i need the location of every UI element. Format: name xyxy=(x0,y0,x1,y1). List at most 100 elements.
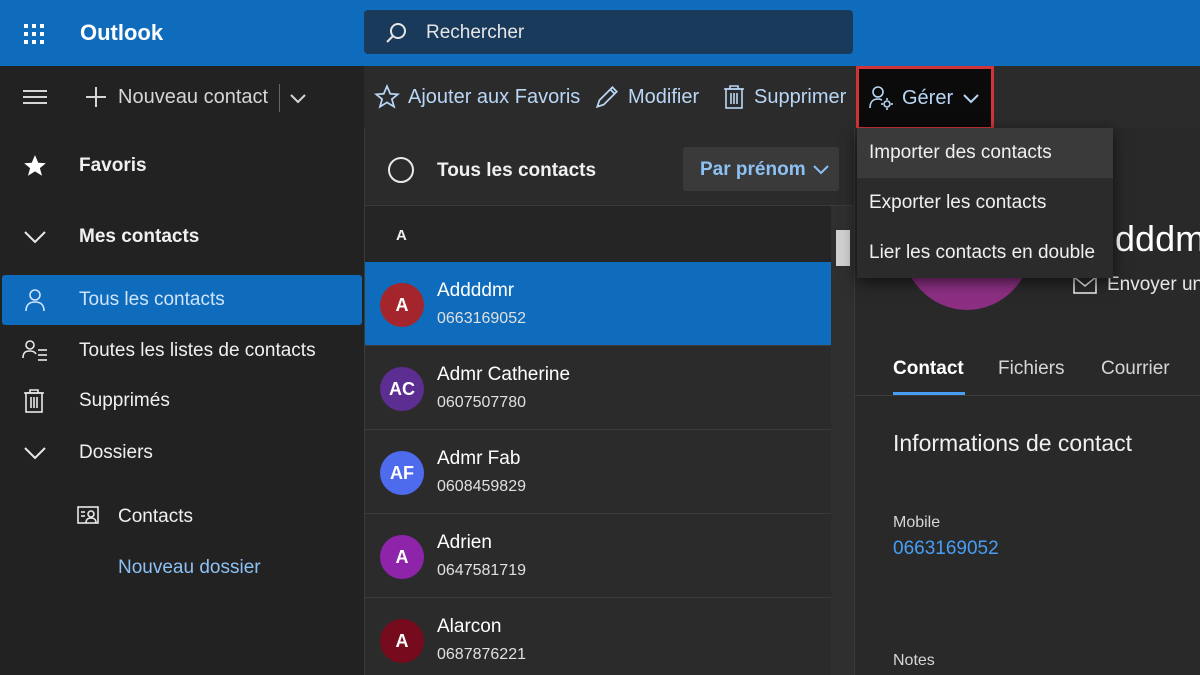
detail-tabs: Contact Fichiers Courrier xyxy=(855,350,1200,396)
contact-row-name: Alarcon xyxy=(437,616,502,637)
nav-deleted[interactable]: Supprimés xyxy=(0,376,364,426)
contact-row[interactable]: AC Admr Catherine 0607507780 xyxy=(365,346,831,430)
nav-favorites-label: Favoris xyxy=(79,155,147,176)
pencil-icon xyxy=(595,86,618,109)
command-bar: Nouveau contact Ajouter aux Favoris Modi… xyxy=(0,66,1200,128)
contact-row[interactable]: AF Admr Fab 0608459829 xyxy=(365,430,831,514)
command-bar-left: Nouveau contact xyxy=(0,66,364,128)
manage-label: Gérer xyxy=(902,86,954,109)
avatar: A xyxy=(380,535,424,579)
nav-contacts-folder-label: Contacts xyxy=(118,506,193,527)
star-icon xyxy=(22,153,48,179)
nav-my-contacts[interactable]: Mes contacts xyxy=(0,212,364,262)
list-header: Tous les contacts Par prénom xyxy=(365,128,855,206)
manage-button-content: Gérer xyxy=(868,83,981,113)
menu-item-import-contacts[interactable]: Importer des contacts xyxy=(857,128,1113,178)
star-outline-icon xyxy=(374,84,400,109)
avatar: A xyxy=(380,619,424,663)
avatar: AF xyxy=(380,451,424,495)
contact-row-phone: 0663169052 xyxy=(437,310,526,327)
letter-group-header: A xyxy=(365,206,831,262)
list-title: Tous les contacts xyxy=(437,160,597,181)
new-contact-label: Nouveau contact xyxy=(118,85,269,108)
left-nav: Favoris Mes contacts Tous les contacts T… xyxy=(0,128,364,675)
nav-my-contacts-label: Mes contacts xyxy=(79,226,200,247)
delete-button[interactable]: Supprimer xyxy=(722,82,846,112)
sort-dropdown[interactable]: Par prénom xyxy=(683,147,839,191)
chevron-down-icon xyxy=(963,94,979,104)
manage-button[interactable]: Gérer xyxy=(856,66,994,130)
letter-label: A xyxy=(396,227,407,244)
search-icon xyxy=(384,21,408,45)
sort-label: Par prénom xyxy=(700,159,806,180)
chevron-down-icon[interactable] xyxy=(288,88,308,108)
contact-card-icon xyxy=(76,504,102,533)
search-box[interactable]: Rechercher xyxy=(364,10,853,54)
search-placeholder: Rechercher xyxy=(426,22,525,43)
plus-icon xyxy=(86,87,106,107)
nav-folders[interactable]: Dossiers xyxy=(0,428,364,478)
nav-all-contacts-label: Tous les contacts xyxy=(79,289,225,310)
notes-label: Notes xyxy=(893,652,935,669)
nav-deleted-label: Supprimés xyxy=(79,390,170,411)
person-settings-icon xyxy=(869,86,893,110)
tab-files[interactable]: Fichiers xyxy=(998,358,1065,380)
contact-row[interactable]: A Alarcon 0687876221 xyxy=(365,598,831,675)
contact-row-name: Adrien xyxy=(437,532,492,553)
avatar: AC xyxy=(380,367,424,411)
waffle-icon[interactable] xyxy=(22,22,46,46)
contact-row-name: Addddmr xyxy=(437,280,515,301)
mobile-value[interactable]: 0663169052 xyxy=(893,538,999,560)
hamburger-menu-icon[interactable] xyxy=(22,86,48,108)
person-icon xyxy=(22,287,48,313)
edit-button[interactable]: Modifier xyxy=(594,82,699,112)
split-separator xyxy=(279,84,280,112)
top-bar: Outlook Rechercher xyxy=(0,0,1200,66)
contact-row-name: Admr Fab xyxy=(437,448,521,469)
manage-dropdown-menu: Importer des contacts Exporter les conta… xyxy=(857,128,1113,278)
nav-folders-label: Dossiers xyxy=(79,442,153,463)
new-folder-link[interactable]: Nouveau dossier xyxy=(118,551,338,591)
menu-item-label: Exporter les contacts xyxy=(869,192,1047,213)
mobile-label: Mobile xyxy=(893,514,941,531)
chevron-down-icon xyxy=(22,440,48,466)
scrollbar-thumb[interactable] xyxy=(836,230,850,266)
contact-row-phone: 0607507780 xyxy=(437,394,526,411)
menu-item-link-duplicates[interactable]: Lier les contacts en double xyxy=(857,228,1113,278)
mail-icon xyxy=(1073,276,1097,294)
select-all-checkbox[interactable] xyxy=(388,157,414,183)
delete-label: Supprimer xyxy=(754,85,847,108)
nav-all-lists-label: Toutes les listes de contacts xyxy=(79,340,316,361)
edit-label: Modifier xyxy=(628,85,700,108)
trash-icon xyxy=(724,85,744,109)
nav-favorites[interactable]: Favoris xyxy=(0,141,364,191)
scrollbar[interactable] xyxy=(831,206,855,675)
nav-all-lists[interactable]: Toutes les listes de contacts xyxy=(0,326,364,376)
tab-mail[interactable]: Courrier xyxy=(1101,358,1170,380)
send-email-label: Envoyer un xyxy=(1107,274,1200,295)
new-contact-button[interactable]: Nouveau contact xyxy=(84,82,268,112)
tab-contact[interactable]: Contact xyxy=(893,358,964,380)
contact-row-phone: 0647581719 xyxy=(437,562,526,579)
app-title[interactable]: Outlook xyxy=(80,20,163,46)
contact-list-pane: Tous les contacts Par prénom A A Addddmr 0… xyxy=(364,128,855,675)
menu-item-label: Importer des contacts xyxy=(869,142,1052,163)
people-list-icon xyxy=(22,338,48,364)
add-favorites-label: Ajouter aux Favoris xyxy=(408,85,581,108)
contact-row-phone: 0687876221 xyxy=(437,646,526,663)
add-favorites-button[interactable]: Ajouter aux Favoris xyxy=(374,82,580,112)
contact-row[interactable]: A Addddmr 0663169052 xyxy=(365,262,831,346)
contact-row-name: Admr Catherine xyxy=(437,364,571,385)
nav-all-contacts[interactable]: Tous les contacts xyxy=(2,275,362,325)
menu-item-export-contacts[interactable]: Exporter les contacts xyxy=(857,178,1113,228)
new-folder-label: Nouveau dossier xyxy=(118,557,261,578)
contact-row[interactable]: A Adrien 0647581719 xyxy=(365,514,831,598)
avatar: A xyxy=(380,283,424,327)
chevron-down-icon xyxy=(811,159,831,179)
active-tab-indicator xyxy=(893,392,965,395)
contact-info-heading: Informations de contact xyxy=(893,430,1133,456)
contact-row-phone: 0608459829 xyxy=(437,478,526,495)
nav-contacts-folder[interactable]: Contacts xyxy=(76,500,356,540)
trash-icon xyxy=(22,388,48,414)
chevron-down-icon xyxy=(22,224,48,250)
